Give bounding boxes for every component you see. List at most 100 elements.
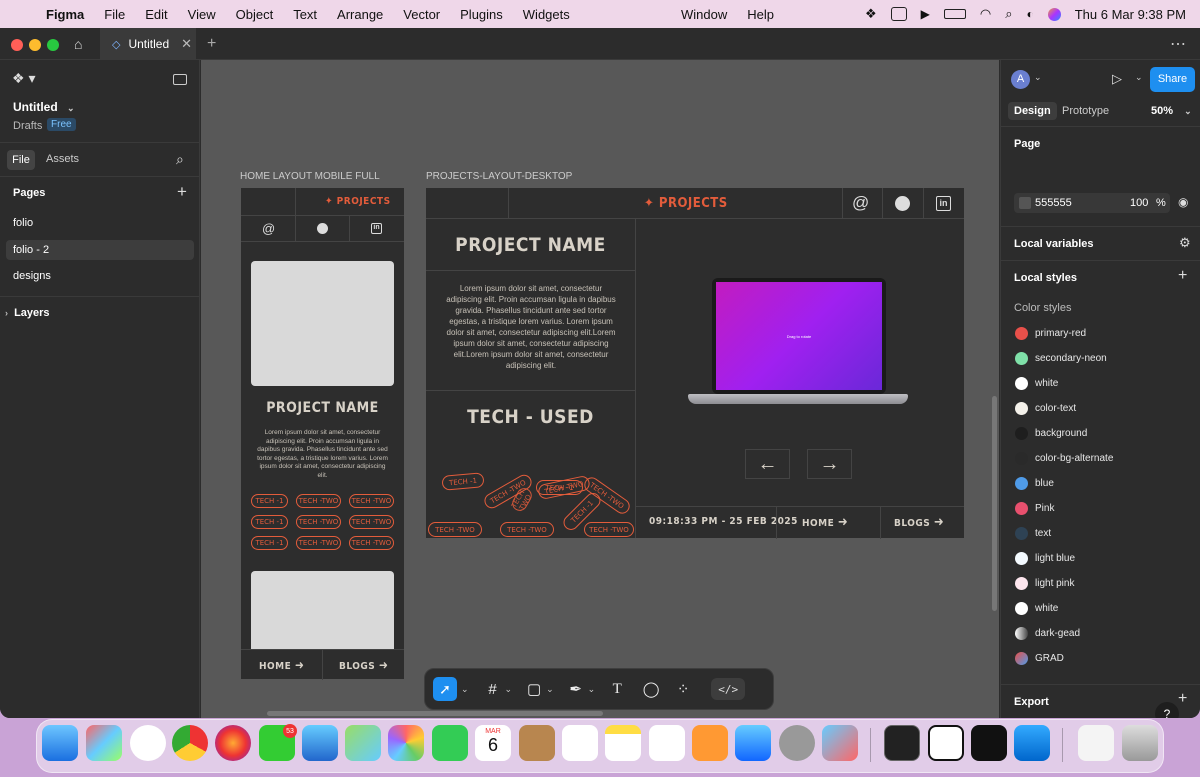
battery-icon[interactable] [943,9,966,19]
tab-design[interactable]: Design [1008,102,1057,120]
new-tab-icon[interactable]: + [207,35,216,53]
chevron-down-icon[interactable]: ⌄ [588,684,596,695]
color-style-item[interactable]: color-text [1001,402,1200,422]
menu-arrange[interactable]: Arrange [337,7,383,22]
zoom-dropdown[interactable]: 50% ⌄ [1151,105,1192,117]
finder-icon[interactable] [42,725,78,761]
spotlight-icon[interactable]: ⌕ [1005,6,1012,22]
maximize-window-button[interactable] [47,39,59,51]
menu-plugins[interactable]: Plugins [460,7,503,22]
menu-widgets[interactable]: Widgets [523,7,570,22]
contacts-icon[interactable] [519,725,555,761]
more-options-icon[interactable]: ⋯ [1170,34,1186,54]
trash-icon[interactable] [1122,725,1158,761]
local-variables-label[interactable]: Local variables [1014,238,1094,250]
tab-assets[interactable]: Assets [46,153,79,165]
figma-dock-icon[interactable] [971,725,1007,761]
dev-mode-toggle[interactable]: </> [711,678,746,700]
notion-status-icon[interactable] [890,7,907,21]
terminal-icon[interactable] [884,725,920,761]
close-window-button[interactable] [11,39,23,51]
toggle-sidebar-icon[interactable] [173,74,187,85]
canvas[interactable]: HOME LAYOUT MOBILE FULL PROJECTS-LAYOUT-… [201,60,999,718]
email-icon[interactable]: @ [262,221,275,236]
frame-label-mobile[interactable]: HOME LAYOUT MOBILE FULL [240,171,380,182]
wifi-icon[interactable]: ◠ [980,6,991,22]
add-page-icon[interactable]: + [177,182,187,202]
notes-icon[interactable] [605,725,641,761]
menu-object[interactable]: Object [236,7,274,22]
pages-icon[interactable] [692,725,728,761]
desktop-frame[interactable]: ✦ PROJECTS @ in PROJECT NAME Lorem ipsum… [426,188,964,539]
linkedin-icon[interactable]: in [936,196,951,211]
share-button[interactable]: Share [1150,67,1195,92]
color-style-item[interactable]: blue [1001,477,1200,497]
color-style-item[interactable]: primary-red [1001,327,1200,347]
laptop-mockup[interactable]: Drag to rotate [688,278,908,422]
page-color-field[interactable]: 555555 100 % [1014,193,1170,213]
move-tool-button[interactable]: ➚ [433,677,457,701]
menu-edit[interactable]: Edit [145,7,167,22]
help-button[interactable]: ? [1155,702,1179,718]
tab-untitled[interactable]: ◇ Untitled ✕ [100,28,196,60]
chevron-down-icon[interactable]: ⌄ [1135,72,1143,83]
safari-icon[interactable] [130,725,166,761]
desktop-projects-link[interactable]: ✦ PROJECTS [644,196,728,211]
menu-app-name[interactable]: Figma [46,7,84,22]
present-play-icon[interactable]: ▷ [1112,71,1122,87]
mobile-frame[interactable]: ✦ PROJECTS @ in PROJECT NAME Lorem ipsum… [241,188,404,680]
color-style-item[interactable]: background [1001,427,1200,447]
minimize-window-button[interactable] [29,39,41,51]
horizontal-scrollbar[interactable] [267,711,603,716]
color-style-item[interactable]: color-bg-alternate [1001,452,1200,472]
color-style-item[interactable]: light pink [1001,577,1200,597]
system-settings-icon[interactable] [779,725,815,761]
tab-file[interactable]: File [7,150,35,170]
mobile-home-button[interactable]: HOME ➜ [259,658,304,672]
home-icon[interactable]: ⌂ [74,36,82,52]
github-icon[interactable] [317,223,328,234]
color-style-item[interactable]: white [1001,602,1200,622]
search-icon[interactable]: ⌕ [176,151,184,168]
prev-arrow-button[interactable]: ← [745,449,790,479]
figma-status-icon[interactable]: ❖ [865,6,877,22]
mobile-projects-link[interactable]: ✦ PROJECTS [325,196,391,207]
notion-icon[interactable] [928,725,964,761]
menubar-datetime[interactable]: Thu 6 Mar 9:38 PM [1075,7,1186,22]
add-export-icon[interactable]: + [1178,690,1187,708]
visibility-eye-icon[interactable]: ◉ [1178,195,1188,209]
pen-tool-icon[interactable]: ✒ [564,677,588,701]
color-style-item[interactable]: GRAD [1001,652,1200,672]
freeform-icon[interactable] [649,725,685,761]
next-arrow-button[interactable]: → [807,449,852,479]
page-opacity[interactable]: 100 [1130,197,1148,209]
siri-icon[interactable] [1047,7,1061,21]
tab-prototype[interactable]: Prototype [1062,105,1109,117]
vscode-icon[interactable] [1014,725,1050,761]
close-tab-icon[interactable]: ✕ [181,36,192,52]
mobile-blogs-button[interactable]: BLOGS ➜ [339,658,388,672]
reminders-icon[interactable] [562,725,598,761]
github-icon[interactable] [895,196,910,211]
actions-tool-icon[interactable]: ⁘ [671,677,695,701]
menu-file[interactable]: File [104,7,125,22]
chevron-down-icon[interactable]: ⌄ [461,684,469,695]
email-icon[interactable]: @ [852,193,869,213]
color-style-item[interactable]: light blue [1001,552,1200,572]
menu-help[interactable]: Help [747,7,774,22]
vertical-scrollbar[interactable] [992,396,997,611]
maps-icon[interactable] [345,725,381,761]
menu-vector[interactable]: Vector [403,7,440,22]
chevron-down-icon[interactable]: ⌄ [1034,72,1042,83]
firefox-icon[interactable] [215,725,251,761]
documents-folder-icon[interactable] [1078,725,1114,761]
figma-menu-icon[interactable]: ❖ ▾ [12,70,35,87]
facetime-icon[interactable] [432,725,468,761]
color-style-item[interactable]: white [1001,377,1200,397]
variables-settings-icon[interactable]: ⚙ [1179,235,1191,251]
launchpad-icon[interactable] [86,725,122,761]
mail-icon[interactable] [302,725,338,761]
chevron-down-icon[interactable]: ⌄ [546,684,554,695]
app-store-icon[interactable] [735,725,771,761]
rectangle-tool-icon[interactable]: ▢ [522,677,546,701]
